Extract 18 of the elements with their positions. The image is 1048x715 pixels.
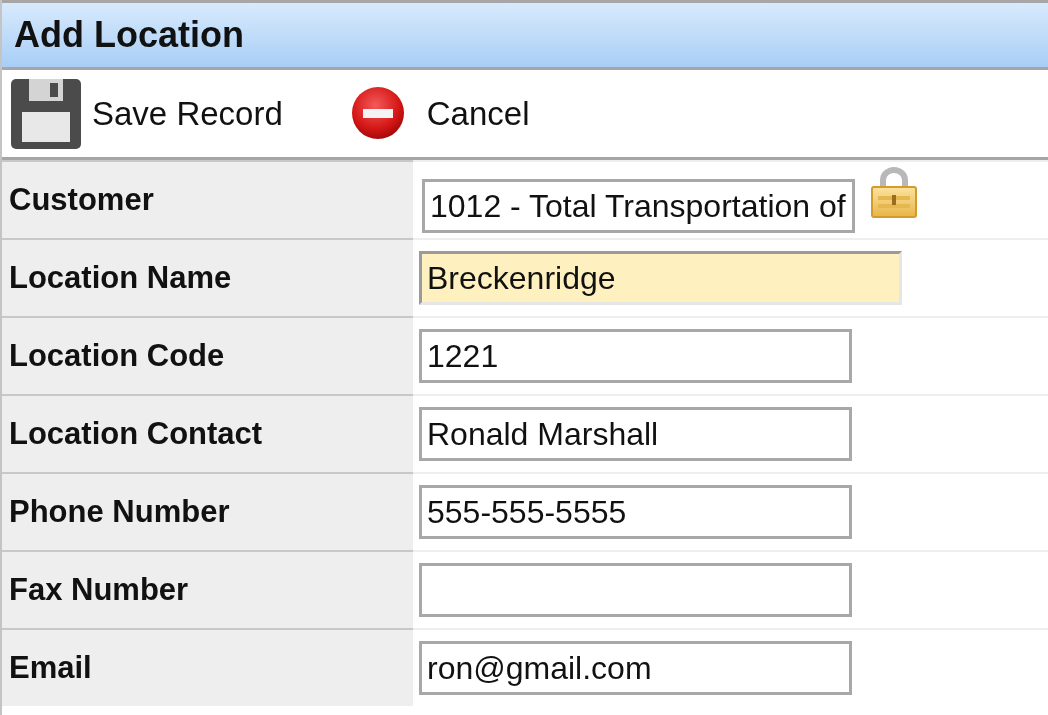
- cancel-button[interactable]: Cancel: [350, 85, 530, 142]
- field-label: Email: [2, 628, 413, 706]
- cancel-icon: [350, 85, 405, 142]
- field-label: Customer: [2, 160, 413, 238]
- field-label: Location Code: [2, 316, 413, 394]
- window-title: Add Location: [14, 17, 244, 53]
- text-field[interactable]: 1221: [419, 329, 852, 383]
- text-field[interactable]: 1012 - Total Transportation of: [422, 179, 855, 233]
- field-label: Phone Number: [2, 472, 413, 550]
- save-button[interactable]: Save Record: [10, 77, 283, 150]
- text-field[interactable]: [419, 563, 852, 617]
- text-field[interactable]: Ronald Marshall: [419, 407, 852, 461]
- field-label: Location Name: [2, 238, 413, 316]
- field-label: Location Contact: [2, 394, 413, 472]
- text-field[interactable]: ron@gmail.com: [419, 641, 852, 695]
- text-field[interactable]: 555-555-5555: [419, 485, 852, 539]
- text-field[interactable]: Breckenridge: [419, 251, 902, 305]
- field-label: Fax Number: [2, 550, 413, 628]
